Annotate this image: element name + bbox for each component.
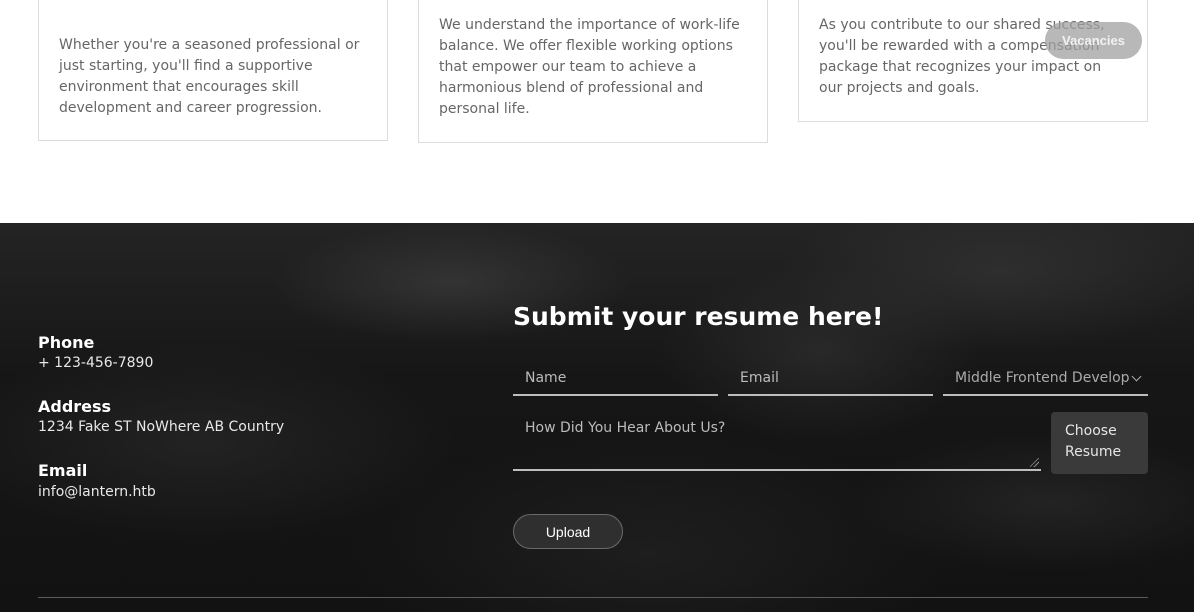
feature-card-compensation: As you contribute to our shared success,… (798, 0, 1148, 122)
feature-card-balance: We understand the importance of work-lif… (418, 0, 768, 143)
referral-textarea[interactable]: How Did You Hear About Us? (513, 412, 1041, 471)
feature-card-text: Whether you're a seasoned professional o… (59, 37, 360, 116)
footer-divider (38, 597, 1148, 598)
footer: Phone + 123-456-7890 Address 1234 Fake S… (0, 223, 1194, 612)
form-title: Submit your resume here! (513, 302, 884, 331)
email-label: Email (38, 461, 88, 480)
vacancies-button[interactable]: Vacancies (1045, 22, 1142, 59)
email-placeholder: Email (740, 370, 779, 386)
name-placeholder: Name (525, 370, 567, 386)
vacancy-select-value: Middle Frontend Developer (955, 370, 1130, 386)
phone-label: Phone (38, 333, 95, 352)
email-value: info@lantern.htb (38, 484, 156, 500)
phone-value: + 123-456-7890 (38, 355, 154, 371)
features-section: opportunities Whether you're a seasoned … (0, 0, 1194, 223)
vacancy-select[interactable]: Middle Frontend Developer (943, 362, 1148, 396)
address-value: 1234 Fake ST NoWhere AB Country (38, 419, 285, 435)
referral-placeholder: How Did You Hear About Us? (525, 420, 726, 436)
feature-card-growth: opportunities Whether you're a seasoned … (38, 0, 388, 141)
resize-handle-icon[interactable] (1030, 458, 1039, 467)
feature-card-text: We understand the importance of work-lif… (439, 17, 740, 117)
choose-resume-button[interactable]: Choose Resume (1051, 412, 1148, 474)
address-label: Address (38, 397, 112, 416)
email-input[interactable]: Email (728, 362, 933, 396)
name-input[interactable]: Name (513, 362, 718, 396)
upload-button[interactable]: Upload (513, 514, 623, 549)
chevron-down-icon (1131, 371, 1142, 381)
